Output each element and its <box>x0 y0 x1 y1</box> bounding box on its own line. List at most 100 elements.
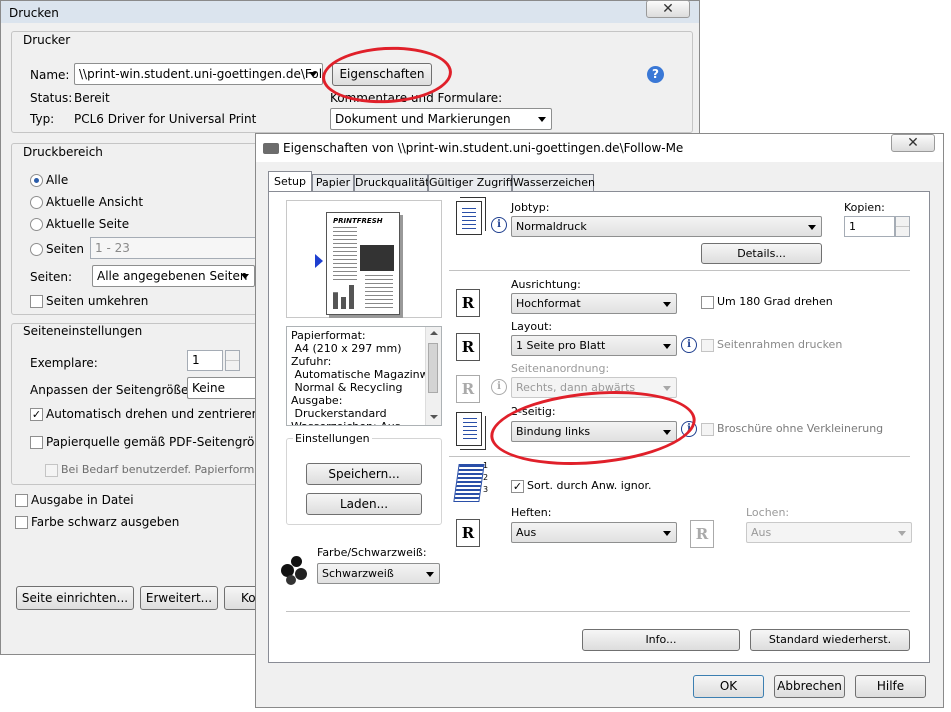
booklet-checkbox[interactable] <box>701 423 714 436</box>
page-order-select[interactable]: Rechts, dann abwärts <box>511 377 677 398</box>
save-settings-button[interactable]: Speichern... <box>306 463 422 485</box>
custom-paper-checkbox[interactable] <box>45 464 58 477</box>
printer-icon <box>263 143 279 154</box>
separator-2 <box>449 456 910 457</box>
copies-value-properties: 1 <box>849 220 856 233</box>
stapling-icon: R <box>456 519 480 547</box>
duplex-select[interactable]: Bindung links <box>511 421 677 442</box>
copies-input-value: 1 <box>192 353 200 367</box>
color-select[interactable]: Schwarzweiß <box>317 563 440 584</box>
summary-line: Normal & Recycling <box>291 381 403 394</box>
spin-down-icon[interactable] <box>226 361 239 371</box>
rotate-180-checkbox[interactable] <box>701 296 714 309</box>
paper-source-checkbox[interactable] <box>30 436 43 449</box>
preview-text-lines <box>333 227 357 283</box>
page-order-value: Rechts, dann abwärts <box>516 381 636 394</box>
details-button[interactable]: Details... <box>701 243 822 264</box>
page-frames-checkbox[interactable] <box>701 339 714 352</box>
scroll-down-icon[interactable] <box>430 415 438 419</box>
radio-all[interactable] <box>30 174 43 187</box>
advanced-button[interactable]: Erweitert... <box>140 586 218 610</box>
tab-valid-access[interactable]: Gültiger Zugriff <box>428 174 513 191</box>
paper-source-label: Papierquelle gemäß PDF-Seitengröße au <box>46 435 289 449</box>
copies-input[interactable]: 1 <box>187 350 223 371</box>
spin-up-icon[interactable] <box>896 217 909 227</box>
summary-line: Ausgabe: <box>291 394 343 407</box>
spin-down-icon[interactable] <box>896 227 909 237</box>
layout-select[interactable]: 1 Seite pro Blatt <box>511 335 677 356</box>
summary-list[interactable]: Papierformat: A4 (210 x 297 mm) Zufuhr: A… <box>286 326 442 426</box>
print-dialog-close-button[interactable]: ✕ <box>646 0 690 18</box>
subset-select[interactable]: Alle angegebenen Seiten <box>92 265 255 287</box>
print-to-file-checkbox[interactable] <box>15 494 28 507</box>
load-settings-button[interactable]: Laden... <box>306 493 422 515</box>
help-button[interactable]: Hilfe <box>855 675 926 698</box>
tab-paper[interactable]: Papier <box>312 174 354 191</box>
print-dialog-titlebar <box>1 1 699 23</box>
properties-dialog-close-button[interactable]: ✕ <box>891 134 935 152</box>
page-order-info-icon: i <box>491 379 507 395</box>
help-icon[interactable]: ? <box>647 66 664 83</box>
printer-name-select[interactable]: \\print-win.student.uni-goettingen.de\Fo… <box>74 63 323 85</box>
copies-input-properties[interactable]: 1 <box>844 216 895 237</box>
booklet-label: Broschüre ohne Verkleinerung <box>717 422 884 435</box>
orientation-select[interactable]: Hochformat <box>511 293 677 314</box>
layout-info-icon[interactable]: i <box>681 337 697 353</box>
chevron-down-icon <box>538 117 546 122</box>
comments-select[interactable]: Dokument und Markierungen <box>330 108 552 130</box>
preview-page: PRINTFRESH <box>326 212 400 315</box>
duplex-icon <box>456 412 482 446</box>
punching-select[interactable]: Aus <box>746 522 912 543</box>
restore-defaults-button[interactable]: Standard wiederherst. <box>750 629 910 651</box>
layout-value: 1 Seite pro Blatt <box>516 339 606 352</box>
tab-setup[interactable]: Setup <box>268 171 312 192</box>
jobtype-label: Jobtyp: <box>511 201 550 214</box>
scroll-up-icon[interactable] <box>430 331 438 335</box>
tab-watermark[interactable]: Wasserzeichen <box>512 174 595 191</box>
page-frames-label: Seitenrahmen drucken <box>717 338 843 351</box>
chevron-down-icon <box>663 429 671 435</box>
pages-input[interactable]: 1 - 23 <box>90 237 265 259</box>
reverse-pages-label: Seiten umkehren <box>46 294 149 308</box>
chevron-down-icon <box>808 224 816 230</box>
summary-line: Druckerstandard <box>291 407 387 420</box>
chevron-down-icon <box>663 301 671 307</box>
grayscale-checkbox[interactable] <box>15 516 28 529</box>
reverse-pages-checkbox[interactable] <box>30 295 43 308</box>
spin-up-icon[interactable] <box>226 351 239 361</box>
radio-pages[interactable] <box>30 243 43 256</box>
ok-button[interactable]: OK <box>693 675 764 698</box>
radio-current-page[interactable] <box>30 218 43 231</box>
close-icon: ✕ <box>662 1 674 17</box>
page-setup-button[interactable]: Seite einrichten... <box>16 586 134 610</box>
copies-label-properties: Kopien: <box>844 201 885 214</box>
close-icon: ✕ <box>907 135 919 151</box>
stapling-select[interactable]: Aus <box>511 522 677 543</box>
properties-dialog-title: Eigenschaften von \\print-win.student.un… <box>283 141 684 155</box>
duplex-info-icon[interactable]: i <box>681 421 697 437</box>
range-section-title: Druckbereich <box>23 145 103 159</box>
summary-scrollbar[interactable] <box>425 327 441 425</box>
jobtype-select[interactable]: Normaldruck <box>511 216 822 237</box>
jobtype-info-icon[interactable]: i <box>491 217 507 233</box>
page-settings-title: Seiteneinstellungen <box>23 324 143 338</box>
printer-properties-button[interactable]: Eigenschaften <box>332 63 432 86</box>
info-button[interactable]: Info... <box>582 629 740 651</box>
chevron-down-icon <box>426 571 434 577</box>
scroll-thumb[interactable] <box>428 343 438 393</box>
jobtype-value: Normaldruck <box>516 220 587 233</box>
radio-current-page-label: Aktuelle Seite <box>46 217 130 231</box>
copies-spinner-properties[interactable] <box>895 216 910 237</box>
cancel-button[interactable]: Abbrechen <box>774 675 845 698</box>
sort-checkbox[interactable]: ✓ <box>511 480 524 493</box>
copies-label: Exemplare: <box>30 356 98 370</box>
preview-chart <box>333 285 361 309</box>
printer-section-title: Drucker <box>23 33 71 47</box>
summary-line: Zufuhr: <box>291 355 332 368</box>
radio-current-view[interactable] <box>30 196 43 209</box>
copies-spinner[interactable] <box>225 350 240 371</box>
radio-all-label: Alle <box>46 173 69 187</box>
chevron-down-icon <box>663 343 671 349</box>
auto-rotate-checkbox[interactable]: ✓ <box>30 408 43 421</box>
tab-print-quality[interactable]: Druckqualität <box>354 174 430 191</box>
